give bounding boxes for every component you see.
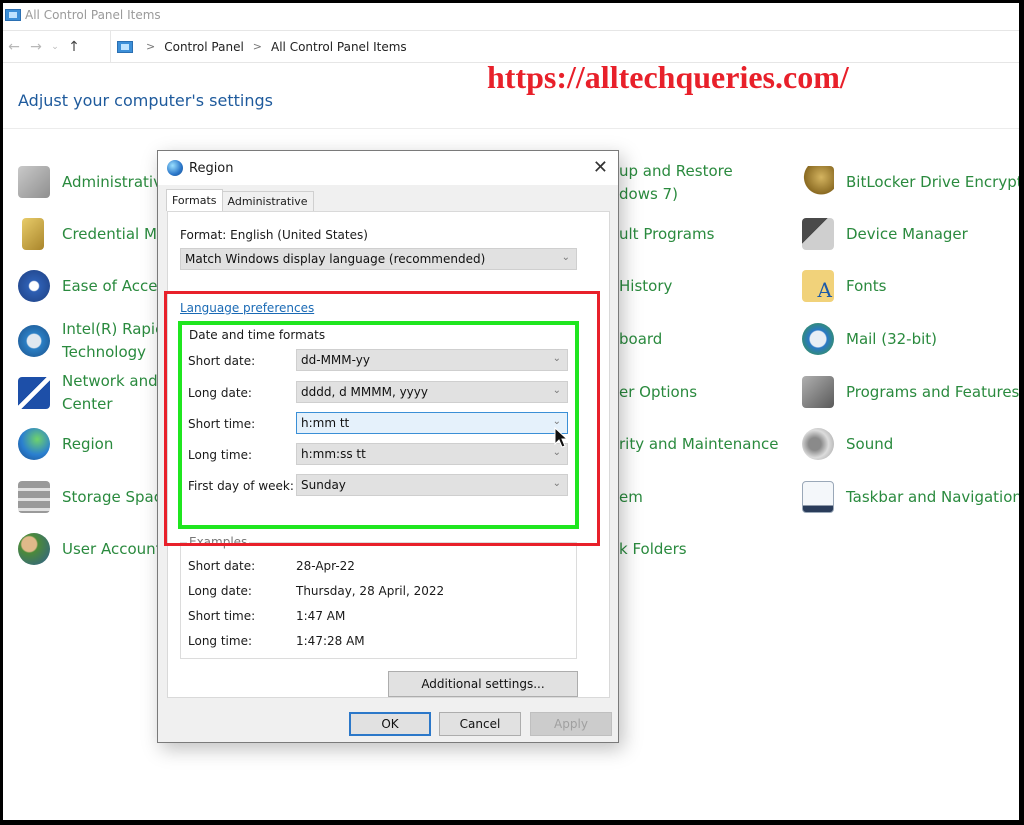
device-manager-icon (802, 218, 834, 250)
ease-of-access-icon (18, 270, 50, 302)
cp-item-intel-rst[interactable]: Intel(R) Rapic Technology (18, 316, 158, 366)
additional-settings-button[interactable]: Additional settings... (388, 671, 578, 697)
forward-button[interactable]: → (25, 39, 47, 55)
example-short-date-label: Short date: (188, 559, 256, 573)
chevron-down-icon: ⌄ (561, 252, 570, 263)
close-icon[interactable]: ✕ (593, 157, 608, 178)
cp-item-default-programs[interactable]: ult Programs (619, 214, 714, 254)
cp-item-taskbar-navigation[interactable]: Taskbar and Navigation (802, 477, 1019, 517)
breadcrumb-separator: > (252, 40, 263, 53)
dialog-tabs: Formats Administrative (166, 189, 314, 211)
network-icon (18, 377, 50, 409)
cp-item-ease-of-access[interactable]: Ease of Acces (18, 266, 158, 306)
cp-item-sound[interactable]: Sound (802, 424, 1019, 464)
mail-icon (802, 323, 834, 355)
credential-manager-icon (22, 218, 44, 250)
cp-item-system[interactable]: em (619, 477, 643, 517)
ok-button[interactable]: OK (349, 712, 431, 736)
bitlocker-icon (802, 166, 834, 198)
example-short-time-label: Short time: (188, 609, 256, 623)
example-short-time-value: 1:47 AM (296, 609, 346, 623)
format-select[interactable]: Match Windows display language (recommen… (180, 248, 577, 270)
cp-item-power-options[interactable]: er Options (619, 372, 697, 412)
cp-item-administrative-tools[interactable]: Administrativ (18, 162, 158, 202)
cancel-button[interactable]: Cancel (439, 712, 521, 736)
page-heading: Adjust your computer's settings (18, 91, 273, 110)
cp-item-file-history[interactable]: History (619, 266, 672, 306)
cp-item-backup-restore[interactable]: up and Restore dows 7) (619, 158, 733, 208)
programs-features-icon (802, 376, 834, 408)
cp-item-network-sharing[interactable]: Network and Center (18, 368, 158, 418)
address-bar[interactable]: > Control Panel > All Control Panel Item… (110, 31, 1019, 62)
recent-locations-button[interactable]: ⌄ (47, 42, 63, 52)
breadcrumb-all-items[interactable]: All Control Panel Items (271, 40, 407, 54)
back-button[interactable]: ← (3, 39, 25, 55)
region-globe-icon (167, 160, 183, 176)
intel-line1: Intel(R) Rapic (62, 320, 158, 338)
intel-line2: Technology (62, 343, 147, 361)
title-bar: All Control Panel Items (3, 3, 1019, 27)
cp-item-security-maintenance[interactable]: rity and Maintenance (619, 424, 778, 464)
tab-administrative[interactable]: Administrative (221, 191, 314, 211)
cp-item-bitlocker[interactable]: BitLocker Drive Encrypti (802, 162, 1019, 202)
cp-item-region[interactable]: Region (18, 424, 158, 464)
dialog-title-bar: Region ✕ (158, 151, 618, 185)
format-label: Format: English (United States) (180, 228, 368, 242)
green-highlight-box (178, 321, 579, 529)
cp-item-storage-spaces[interactable]: Storage Spac (18, 477, 158, 517)
storage-spaces-icon (18, 481, 50, 513)
fonts-icon: A (802, 270, 834, 302)
apply-button[interactable]: Apply (530, 712, 612, 736)
dialog-title: Region (189, 160, 234, 176)
example-long-date-value: Thursday, 28 April, 2022 (296, 584, 445, 598)
example-long-date-label: Long date: (188, 584, 252, 598)
network-line1: Network and (62, 372, 158, 390)
region-icon (18, 428, 50, 460)
user-accounts-icon (18, 533, 50, 565)
example-long-time-value: 1:47:28 AM (296, 634, 365, 648)
cp-item-user-accounts[interactable]: User Account (18, 529, 158, 569)
sound-icon (802, 428, 834, 460)
network-line2: Center (62, 395, 113, 413)
cp-item-device-manager[interactable]: Device Manager (802, 214, 1019, 254)
breadcrumb-separator: > (146, 40, 156, 53)
cp-item-mail[interactable]: Mail (32-bit) (802, 319, 1019, 359)
backup-line2: dows 7) (619, 185, 678, 203)
control-panel-icon (117, 40, 133, 53)
window-title: All Control Panel Items (25, 8, 161, 22)
cp-item-fonts[interactable]: A Fonts (802, 266, 1019, 306)
header-divider (3, 128, 1019, 129)
cp-item-keyboard[interactable]: board (619, 319, 662, 359)
example-long-time-label: Long time: (188, 634, 253, 648)
backup-line1: up and Restore (619, 162, 733, 180)
format-value: Match Windows display language (recommen… (185, 252, 486, 266)
cp-item-credential-manager[interactable]: Credential M (18, 214, 158, 254)
intel-rst-icon (18, 325, 50, 357)
watermark-url: https://alltechqueries.com/ (487, 59, 849, 95)
example-short-date-value: 28-Apr-22 (296, 559, 355, 573)
up-button[interactable]: ↑ (63, 39, 85, 55)
taskbar-icon (802, 481, 834, 513)
breadcrumb-control-panel[interactable]: Control Panel (164, 40, 244, 54)
admin-tools-icon (18, 166, 50, 198)
tab-formats[interactable]: Formats (166, 189, 223, 211)
cp-item-programs-features[interactable]: Programs and Features (802, 372, 1019, 412)
mouse-cursor-icon (554, 427, 568, 448)
cp-item-work-folders[interactable]: k Folders (619, 529, 687, 569)
control-panel-icon (5, 9, 21, 21)
